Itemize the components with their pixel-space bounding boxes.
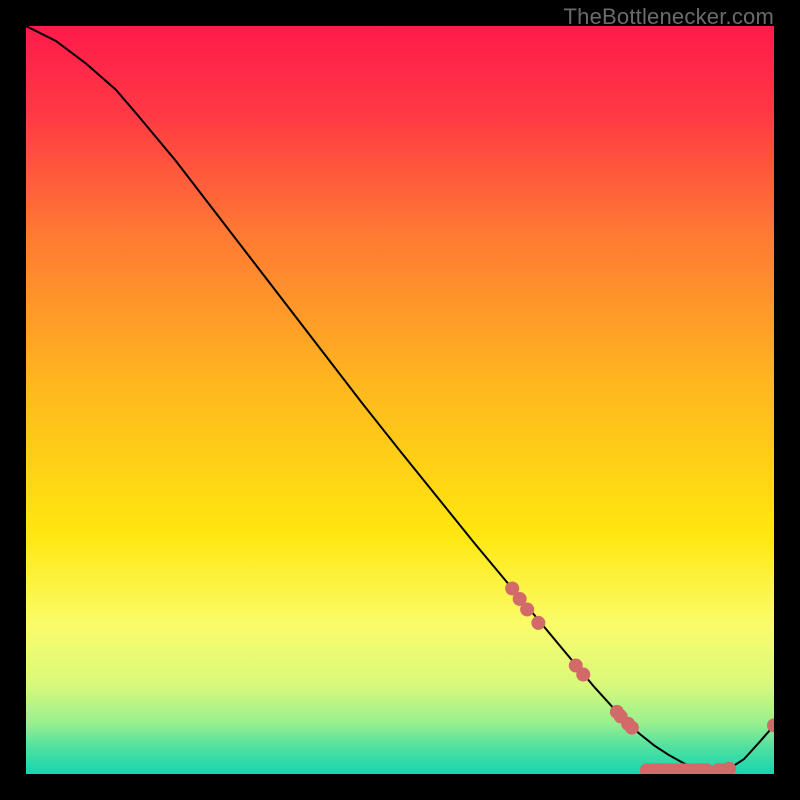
chart-svg — [26, 26, 774, 774]
chart-plot-area — [26, 26, 774, 774]
chart-stage: TheBottlenecker.com — [0, 0, 800, 800]
marker-dot — [625, 721, 639, 735]
chart-background — [26, 26, 774, 774]
marker-dot — [520, 602, 534, 616]
marker-dot — [576, 668, 590, 682]
watermark-label: TheBottlenecker.com — [564, 4, 774, 30]
marker-dot — [531, 616, 545, 630]
